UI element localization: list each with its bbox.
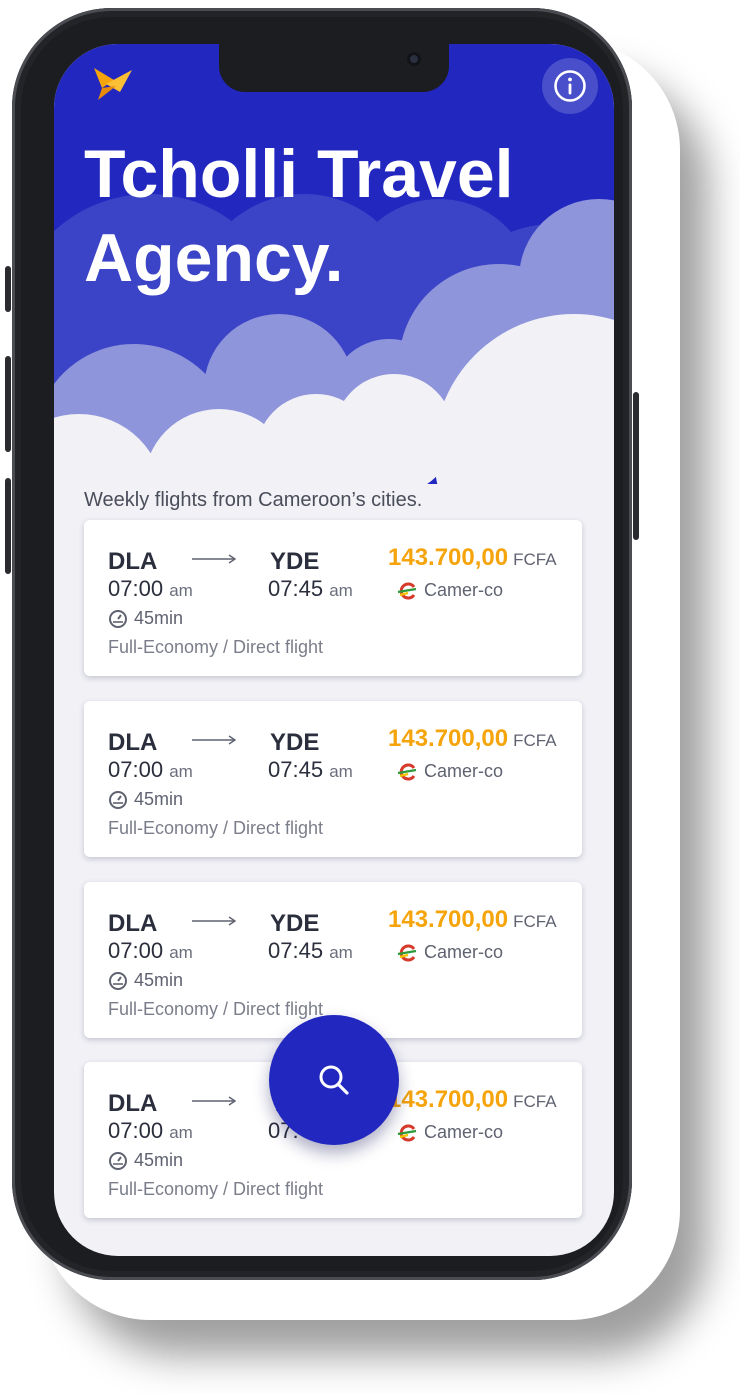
arrival-time: 07:45 am <box>268 576 353 601</box>
flight-price: 143.700,00 FCFA <box>388 544 557 571</box>
departure-code: DLA <box>108 910 158 937</box>
clock-icon <box>109 971 127 990</box>
flight-card[interactable]: DLA 07:00 am YDE 07:45 am 45min Full-Eco… <box>84 520 582 676</box>
mute-switch <box>5 266 11 312</box>
page-title: Tcholli Travel Agency. <box>84 136 514 296</box>
app-screen: Tcholli Travel Agency. Weekly flights fr… <box>54 44 614 1256</box>
arrival-code: YDE <box>270 910 320 937</box>
phone-frame: Tcholli Travel Agency. Weekly flights fr… <box>5 8 639 1280</box>
departure-code: DLA <box>108 729 158 756</box>
front-camera <box>407 52 421 66</box>
section-subtitle: Weekly flights from Cameroon’s cities. <box>84 489 423 511</box>
flight-duration: 45min <box>108 789 183 810</box>
arrival-time: 07:45 am <box>268 938 353 963</box>
flight-duration: 45min <box>108 608 183 629</box>
departure-time: 07:00 am <box>108 938 193 963</box>
notch <box>219 44 449 92</box>
bird-logo-icon <box>92 64 134 107</box>
departure-time: 07:00 am <box>108 576 193 601</box>
arrival-code: YDE <box>270 729 320 756</box>
airline-logo-icon <box>397 944 417 961</box>
fare-class: Full-Economy / Direct flight <box>108 818 324 838</box>
arrival-time: 07:45 am <box>268 757 353 782</box>
arrival-code: YDE <box>270 548 320 575</box>
search-icon <box>319 1065 349 1095</box>
airline-name: Camer-co <box>396 942 503 963</box>
flight-price: 143.700,00 FCFA <box>388 725 557 752</box>
search-button[interactable] <box>269 1015 399 1145</box>
departure-code: DLA <box>108 1090 158 1117</box>
hero-header: Tcholli Travel Agency. <box>54 44 614 514</box>
arrow-right-icon <box>192 554 237 564</box>
flight-duration: 45min <box>108 1150 183 1171</box>
airline-name: Camer-co <box>396 580 503 601</box>
flight-duration: 45min <box>108 970 183 991</box>
airline-logo-icon <box>397 1124 417 1141</box>
arrow-right-icon <box>192 916 237 926</box>
clock-icon <box>109 609 127 628</box>
volume-down-button <box>5 478 11 574</box>
flight-card[interactable]: DLA 07:00 am YDE 07:45 am 45min Full-Eco… <box>84 701 582 857</box>
fare-class: Full-Economy / Direct flight <box>108 637 324 657</box>
volume-up-button <box>5 356 11 452</box>
fare-class: Full-Economy / Direct flight <box>108 999 324 1019</box>
flight-price: 143.700,00 FCFA <box>388 906 557 933</box>
info-button[interactable] <box>542 58 598 114</box>
power-button <box>633 392 639 540</box>
departure-code: DLA <box>108 548 158 575</box>
departure-time: 07:00 am <box>108 757 193 782</box>
arrow-right-icon <box>192 735 237 745</box>
fare-class: Full-Economy / Direct flight <box>108 1179 324 1199</box>
airline-logo-icon <box>397 763 417 780</box>
arrow-right-icon <box>192 1096 237 1106</box>
airline-name: Camer-co <box>396 1122 503 1143</box>
departure-time: 07:00 am <box>108 1118 193 1143</box>
info-icon <box>554 70 586 102</box>
airline-name: Camer-co <box>396 761 503 782</box>
flight-price: 143.700,00 FCFA <box>388 1086 557 1113</box>
airline-logo-icon <box>397 582 417 599</box>
clock-icon <box>109 1151 127 1170</box>
clock-icon <box>109 790 127 809</box>
